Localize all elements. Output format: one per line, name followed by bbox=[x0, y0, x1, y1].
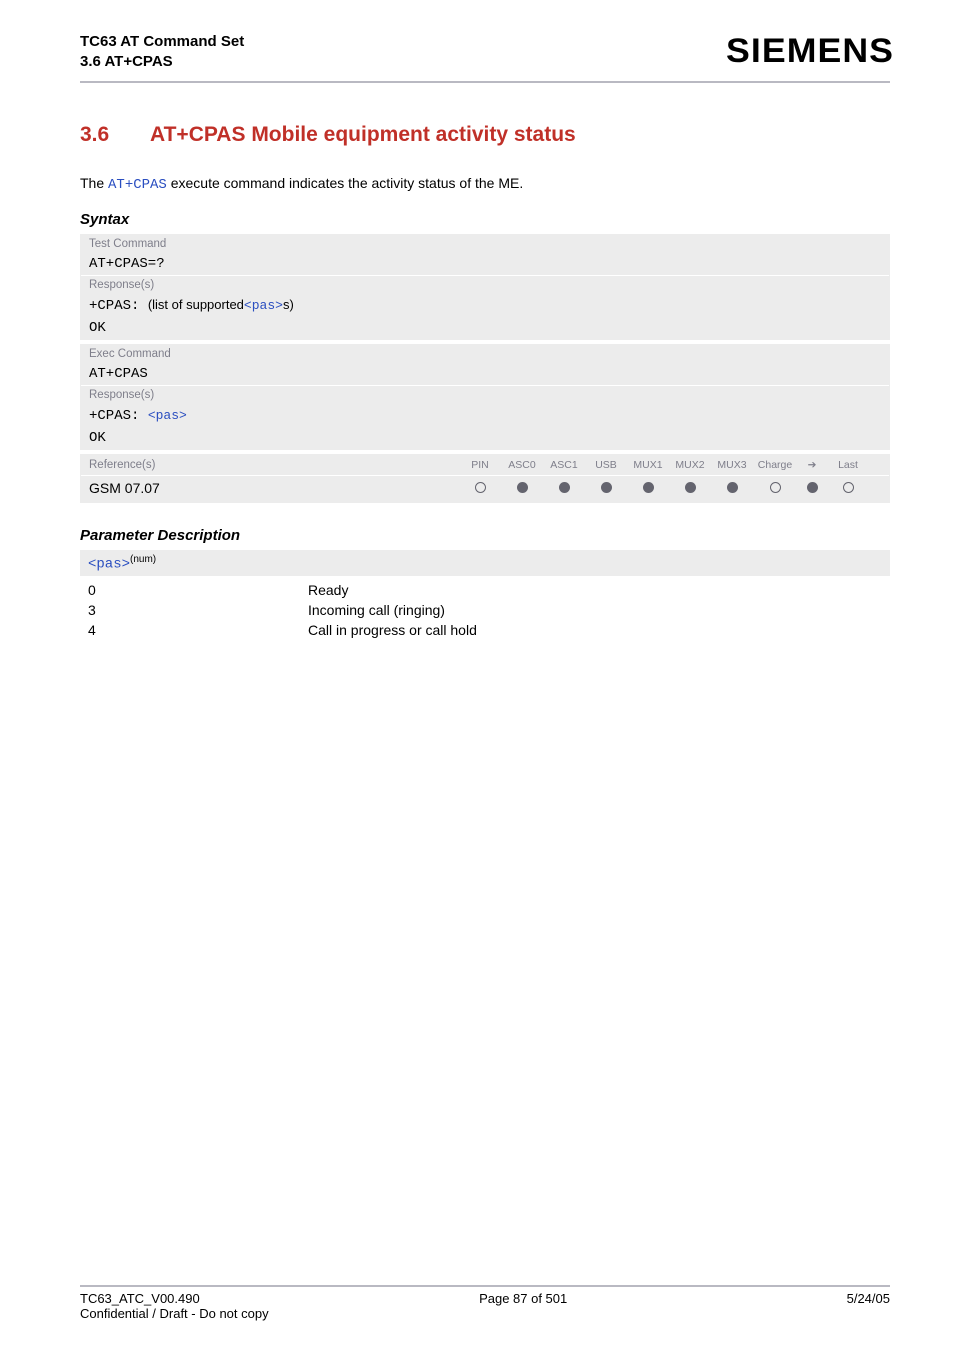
exec-command-text: AT+CPAS bbox=[81, 363, 889, 385]
brand-logo: SIEMENS bbox=[726, 32, 894, 71]
test-response-line: +CPAS: (list of supported<pas>s) bbox=[81, 294, 889, 317]
reference-box: Reference(s) PIN ASC0 ASC1 USB MUX1 MUX2… bbox=[80, 454, 890, 503]
syntax-heading: Syntax bbox=[80, 211, 890, 228]
dot-usb bbox=[601, 482, 612, 493]
param-row-1: 3 Incoming call (ringing) bbox=[80, 600, 890, 620]
dot-mux3 bbox=[727, 482, 738, 493]
param-type-sup: (num) bbox=[130, 554, 156, 565]
col-charge: Charge bbox=[753, 459, 797, 471]
reference-dots-row bbox=[459, 480, 869, 496]
dot-charge bbox=[770, 482, 781, 493]
section-title-text: AT+CPAS Mobile equipment activity status bbox=[150, 123, 576, 146]
col-mux2: MUX2 bbox=[669, 459, 711, 471]
doc-title: TC63 AT Command Set bbox=[80, 32, 244, 52]
section-heading: 3.6AT+CPAS Mobile equipment activity sta… bbox=[80, 123, 890, 147]
param-row-2: 4 Call in progress or call hold bbox=[80, 620, 890, 640]
reference-value: GSM 07.07 bbox=[89, 480, 459, 496]
references-label: Reference(s) bbox=[89, 459, 459, 471]
exec-command-box: Exec Command AT+CPAS Response(s) +CPAS: … bbox=[80, 344, 890, 450]
dot-mux1 bbox=[643, 482, 654, 493]
exec-response-line: +CPAS: <pas> bbox=[81, 404, 889, 427]
col-last: Last bbox=[827, 459, 869, 471]
exec-responses-label: Response(s) bbox=[81, 385, 889, 404]
param-key-0: 0 bbox=[88, 582, 308, 598]
header-divider bbox=[80, 81, 890, 83]
page-footer: TC63_ATC_V00.490 Page 87 of 501 5/24/05 … bbox=[80, 1285, 890, 1321]
footer-right: 5/24/05 bbox=[847, 1291, 890, 1306]
col-mux3: MUX3 bbox=[711, 459, 753, 471]
col-mux1: MUX1 bbox=[627, 459, 669, 471]
test-command-label: Test Command bbox=[81, 235, 889, 253]
test-command-box: Test Command AT+CPAS=? Response(s) +CPAS… bbox=[80, 234, 890, 340]
doc-subsection: 3.6 AT+CPAS bbox=[80, 52, 244, 72]
param-row-0: 0 Ready bbox=[80, 580, 890, 600]
col-usb: USB bbox=[585, 459, 627, 471]
param-link-pas-3[interactable]: <pas> bbox=[88, 556, 130, 572]
cmd-link-atcpas[interactable]: AT+CPAS bbox=[108, 177, 167, 193]
param-key-2: 4 bbox=[88, 622, 308, 638]
param-link-pas-1[interactable]: <pas> bbox=[244, 298, 283, 313]
reference-columns-header: PIN ASC0 ASC1 USB MUX1 MUX2 MUX3 Charge … bbox=[459, 459, 869, 471]
footer-left: TC63_ATC_V00.490 bbox=[80, 1291, 200, 1306]
param-desc-1: Incoming call (ringing) bbox=[308, 602, 445, 618]
footer-center: Page 87 of 501 bbox=[479, 1291, 567, 1306]
dot-last bbox=[843, 482, 854, 493]
dot-pin bbox=[475, 482, 486, 493]
dot-asc0 bbox=[517, 482, 528, 493]
test-response-ok: OK bbox=[81, 317, 889, 339]
test-responses-label: Response(s) bbox=[81, 275, 889, 294]
param-table: 0 Ready 3 Incoming call (ringing) 4 Call… bbox=[80, 580, 890, 640]
col-pin: PIN bbox=[459, 459, 501, 471]
param-key-1: 3 bbox=[88, 602, 308, 618]
exec-response-ok: OK bbox=[81, 427, 889, 449]
test-command-text: AT+CPAS=? bbox=[81, 253, 889, 275]
section-number: 3.6 bbox=[80, 123, 150, 147]
col-asc0: ASC0 bbox=[501, 459, 543, 471]
exec-command-label: Exec Command bbox=[81, 345, 889, 363]
dot-arrow bbox=[807, 482, 818, 493]
param-desc-2: Call in progress or call hold bbox=[308, 622, 477, 638]
footer-confidential: Confidential / Draft - Do not copy bbox=[80, 1306, 890, 1321]
param-link-pas-2[interactable]: <pas> bbox=[148, 408, 187, 423]
col-arrow: ➔ bbox=[797, 459, 827, 471]
param-name-header: <pas>(num) bbox=[80, 550, 890, 577]
col-asc1: ASC1 bbox=[543, 459, 585, 471]
dot-asc1 bbox=[559, 482, 570, 493]
intro-paragraph: The AT+CPAS execute command indicates th… bbox=[80, 175, 890, 193]
param-desc-0: Ready bbox=[308, 582, 348, 598]
footer-divider bbox=[80, 1285, 890, 1287]
dot-mux2 bbox=[685, 482, 696, 493]
param-desc-heading: Parameter Description bbox=[80, 527, 890, 544]
